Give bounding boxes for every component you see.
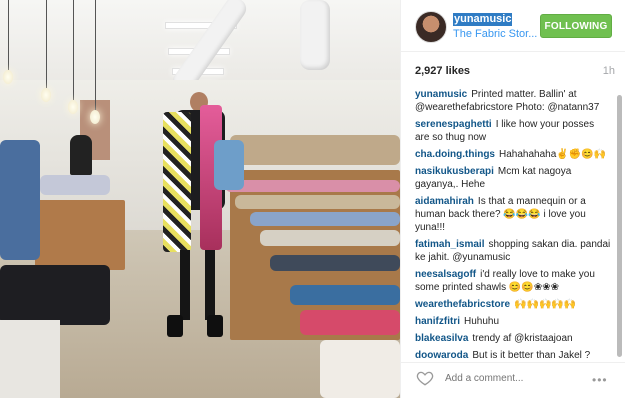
comment-item: fatimah_ismail shopping sakan dia. pandai…	[415, 238, 611, 264]
pendant-cord	[8, 0, 9, 70]
post-header: yunamusic The Fabric Stor... FOLLOWING	[401, 0, 625, 52]
fabric-roll	[260, 230, 400, 246]
comment-username[interactable]: yunamusic	[415, 89, 467, 100]
fabric-roll	[270, 255, 400, 271]
post-meta: 2,927 likes 1h	[415, 65, 615, 79]
person-boot	[207, 315, 223, 337]
comment-username[interactable]: wearethefabricstore	[415, 299, 510, 310]
comment-text: Huhuhu	[464, 316, 500, 327]
comment-text: Hahahahaha✌️✊️😊🙌	[499, 149, 607, 160]
fabric-roll	[320, 340, 400, 398]
following-button[interactable]: FOLLOWING	[540, 14, 612, 38]
comments-scrollbar[interactable]	[617, 95, 622, 357]
comment-item: yunamusic Printed matter. Ballin' at @wea…	[415, 88, 611, 114]
comment-text: But is it better than Jakel ?	[472, 350, 591, 360]
comment-item: aidamahirah Is that a mannequin or a huma…	[415, 195, 611, 234]
pendant-cord	[73, 0, 74, 100]
person-leg	[205, 250, 215, 320]
fabric-roll	[40, 175, 110, 195]
comment-item: nasikukusberapi Mcm kat nagoya gayanya,. …	[415, 165, 611, 191]
comments-list: yunamusic Printed matter. Ballin' at @wea…	[415, 88, 611, 360]
comment-text: trendy af @kristaajoan	[472, 333, 573, 344]
pendant-bulb	[90, 110, 100, 124]
duct-pipe	[300, 0, 330, 70]
comment-username[interactable]: aidamahirah	[415, 196, 474, 207]
post-photo[interactable]	[0, 0, 400, 398]
pendant-bulb	[41, 88, 51, 102]
more-options-icon[interactable]: •••	[592, 373, 608, 387]
pendant-cord	[95, 0, 96, 110]
comment-item: wearethefabricstore 🙌🙌🙌🙌🙌	[415, 298, 611, 311]
fabric-pile	[0, 265, 110, 325]
background-person	[70, 135, 92, 175]
fabric-roll	[235, 195, 400, 209]
post-time[interactable]: 1h	[603, 65, 615, 77]
fabric-shelf	[35, 200, 125, 270]
comment-item: blakeasilva trendy af @kristaajoan	[415, 332, 611, 345]
person-leg	[180, 250, 190, 320]
fabric-roll	[250, 212, 400, 226]
denim-jacket	[214, 140, 244, 190]
person-boot	[167, 315, 183, 337]
comment-username[interactable]: fatimah_ismail	[415, 239, 484, 250]
avatar[interactable]	[415, 11, 447, 43]
post-sidebar: yunamusic The Fabric Stor... FOLLOWING 2…	[400, 0, 625, 398]
heart-icon[interactable]	[416, 369, 434, 387]
likes-count[interactable]: 2,927 likes	[415, 65, 470, 77]
fabric-roll	[225, 180, 400, 192]
comment-username[interactable]: blakeasilva	[415, 333, 468, 344]
pendant-cord	[46, 0, 47, 88]
comment-item: doowaroda But is it better than Jakel ?	[415, 349, 611, 360]
comment-item: neesalsagoff i'd really love to make you …	[415, 268, 611, 294]
comment-item: hanifzfitri Huhuhu	[415, 315, 611, 328]
username-link[interactable]: yunamusic	[453, 13, 513, 26]
white-box	[0, 320, 60, 398]
comment-username[interactable]: nasikukusberapi	[415, 166, 494, 177]
comment-username[interactable]: cha.doing.things	[415, 149, 495, 160]
comment-item: cha.doing.things Hahahahaha✌️✊️😊🙌	[415, 148, 611, 161]
fabric-roll	[300, 310, 400, 335]
pendant-bulb	[68, 100, 78, 114]
comment-username[interactable]: doowaroda	[415, 350, 468, 360]
comment-username[interactable]: hanifzfitri	[415, 316, 460, 327]
fabric-roll	[0, 140, 40, 260]
zebra-print-fabric	[163, 112, 191, 252]
comment-footer: •••	[401, 362, 625, 398]
comment-username[interactable]: serenespaghetti	[415, 119, 492, 130]
comment-item: serenespaghetti I like how your posses ar…	[415, 118, 611, 144]
comment-username[interactable]: neesalsagoff	[415, 269, 476, 280]
fabric-roll	[230, 135, 400, 165]
fabric-roll	[290, 285, 400, 305]
instagram-post-view: yunamusic The Fabric Stor... FOLLOWING 2…	[0, 0, 625, 398]
add-comment-input[interactable]	[445, 373, 565, 384]
pendant-bulb	[3, 70, 13, 84]
comment-text: 🙌🙌🙌🙌🙌	[514, 299, 577, 310]
